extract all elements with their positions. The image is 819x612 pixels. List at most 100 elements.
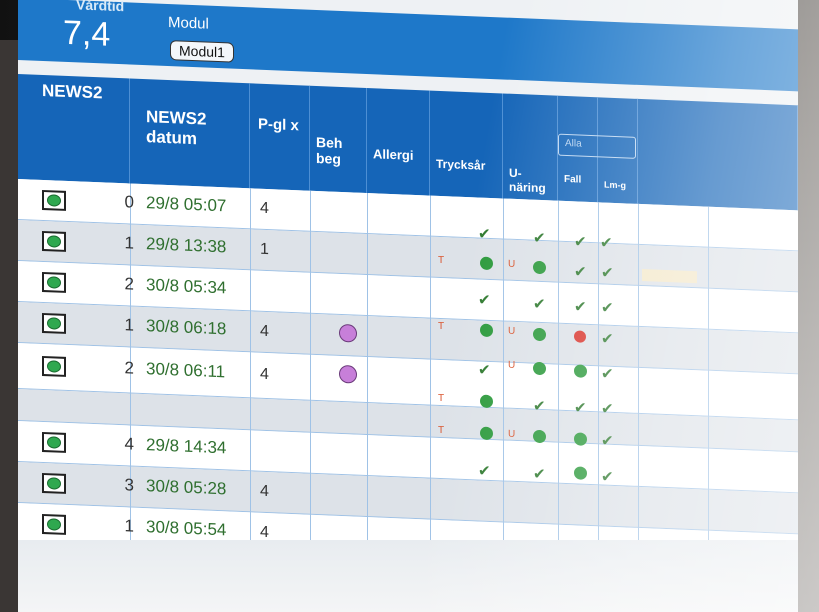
header-allergi[interactable]: Allergi xyxy=(367,88,430,196)
check-icon: ✔ xyxy=(574,399,587,417)
pglx-value: 4 xyxy=(260,322,269,341)
news2-date: 30/8 06:18 xyxy=(146,316,227,339)
news2-score: 0 xyxy=(124,192,134,212)
news2-score: 2 xyxy=(124,274,134,294)
check-icon: ✔ xyxy=(574,298,587,316)
news2-indicator[interactable] xyxy=(42,271,66,293)
check-icon: ✔ xyxy=(601,330,614,348)
trycksar-flag: T xyxy=(438,424,445,437)
patient-overview: Vårdtid 7,4 Modul Modul1 NEWS2 NEWS2 dat… xyxy=(18,0,798,612)
column-divider xyxy=(310,190,311,561)
green-status-icon xyxy=(47,518,61,531)
check-icon: ✔ xyxy=(533,229,546,248)
news2-date: 29/8 13:38 xyxy=(146,234,227,257)
check-icon: ✔ xyxy=(478,291,491,309)
unaring-flag: U xyxy=(508,359,516,371)
header-news2[interactable]: NEWS2 xyxy=(18,74,130,184)
check-icon: ✔ xyxy=(601,365,614,383)
news2-date: 29/8 14:34 xyxy=(146,435,227,458)
news2-date: 30/8 06:11 xyxy=(146,359,226,382)
green-status-icon xyxy=(574,432,587,446)
unaring-flag: U xyxy=(508,258,516,270)
unaring-flag: U xyxy=(508,428,516,440)
check-icon: ✔ xyxy=(533,295,546,314)
green-status-icon xyxy=(47,276,61,289)
header-pglx[interactable]: P-gl x xyxy=(250,83,310,191)
green-status-icon xyxy=(574,364,587,378)
column-divider xyxy=(250,188,251,559)
news2-date: 30/8 05:54 xyxy=(146,517,227,540)
modul-button[interactable]: Modul1 xyxy=(170,40,234,63)
green-status-icon xyxy=(47,477,61,490)
check-icon: ✔ xyxy=(574,233,587,251)
check-icon: ✔ xyxy=(601,400,614,418)
news2-date: 29/8 05:07 xyxy=(146,193,227,216)
trycksar-flag: T xyxy=(438,392,445,405)
vardtid-value: 7,4 xyxy=(63,13,111,54)
column-divider xyxy=(503,198,504,569)
behandling-status-icon[interactable] xyxy=(339,364,357,384)
header-unaring[interactable]: U-näring xyxy=(503,93,558,201)
check-icon: ✔ xyxy=(601,468,614,486)
filter-select[interactable]: Alla xyxy=(558,133,636,159)
check-icon: ✔ xyxy=(574,263,587,281)
check-icon: ✔ xyxy=(533,397,546,416)
top-info-bar: Vårdtid 7,4 Modul Modul1 xyxy=(18,0,798,92)
green-status-icon xyxy=(47,317,61,330)
news2-score: 1 xyxy=(124,315,134,335)
trycksar-flag: T xyxy=(438,320,445,333)
news2-indicator[interactable] xyxy=(42,189,66,211)
news2-score: 3 xyxy=(124,475,134,495)
pglx-value: 4 xyxy=(260,199,269,218)
news2-date: 30/8 05:34 xyxy=(146,275,227,298)
green-status-icon xyxy=(533,429,546,444)
pglx-value: 4 xyxy=(260,365,269,384)
behandling-status-icon[interactable] xyxy=(339,323,357,343)
column-divider xyxy=(708,206,709,577)
vardtid-label: Vårdtid xyxy=(76,0,125,15)
header-trycksar[interactable]: Trycksår xyxy=(430,90,503,199)
column-divider xyxy=(430,195,431,566)
green-status-icon xyxy=(47,436,61,449)
red-status-icon xyxy=(574,330,586,343)
column-divider xyxy=(558,200,559,571)
check-icon: ✔ xyxy=(533,465,546,484)
news2-indicator[interactable] xyxy=(42,355,66,377)
news2-score: 2 xyxy=(124,358,134,378)
news2-indicator[interactable] xyxy=(42,472,66,494)
check-icon: ✔ xyxy=(478,225,491,243)
pglx-value: 4 xyxy=(260,482,269,501)
green-status-icon xyxy=(533,260,546,275)
check-icon: ✔ xyxy=(601,432,614,450)
header-more-columns xyxy=(638,98,798,211)
screen: Vårdtid 7,4 Modul Modul1 NEWS2 NEWS2 dat… xyxy=(18,0,798,612)
news2-indicator[interactable] xyxy=(42,513,66,535)
green-status-icon xyxy=(533,327,546,342)
status-note xyxy=(642,269,697,284)
news2-indicator[interactable] xyxy=(42,431,66,453)
check-icon: ✔ xyxy=(478,361,491,379)
green-status-icon xyxy=(480,426,493,441)
news2-score: 1 xyxy=(124,516,134,536)
news2-score: 1 xyxy=(124,233,134,253)
green-status-icon xyxy=(480,256,493,271)
green-status-icon xyxy=(480,323,493,338)
check-icon: ✔ xyxy=(478,462,491,480)
unaring-flag: U xyxy=(508,325,516,337)
trycksar-flag: T xyxy=(438,254,445,267)
pglx-value: 1 xyxy=(260,240,269,259)
header-behbeg[interactable]: Beh beg xyxy=(310,85,367,194)
screen-bottom xyxy=(18,540,798,612)
green-status-icon xyxy=(47,235,61,248)
header-news2-datum[interactable]: NEWS2 datum xyxy=(130,78,250,189)
green-status-icon xyxy=(47,194,61,207)
check-icon: ✔ xyxy=(601,264,614,282)
news2-score: 4 xyxy=(124,434,134,454)
modul-label: Modul xyxy=(168,14,209,33)
check-icon: ✔ xyxy=(600,234,613,252)
column-divider xyxy=(638,203,639,574)
column-divider xyxy=(598,202,599,573)
news2-indicator[interactable] xyxy=(42,312,66,334)
news2-indicator[interactable] xyxy=(42,230,66,252)
check-icon: ✔ xyxy=(601,299,614,317)
